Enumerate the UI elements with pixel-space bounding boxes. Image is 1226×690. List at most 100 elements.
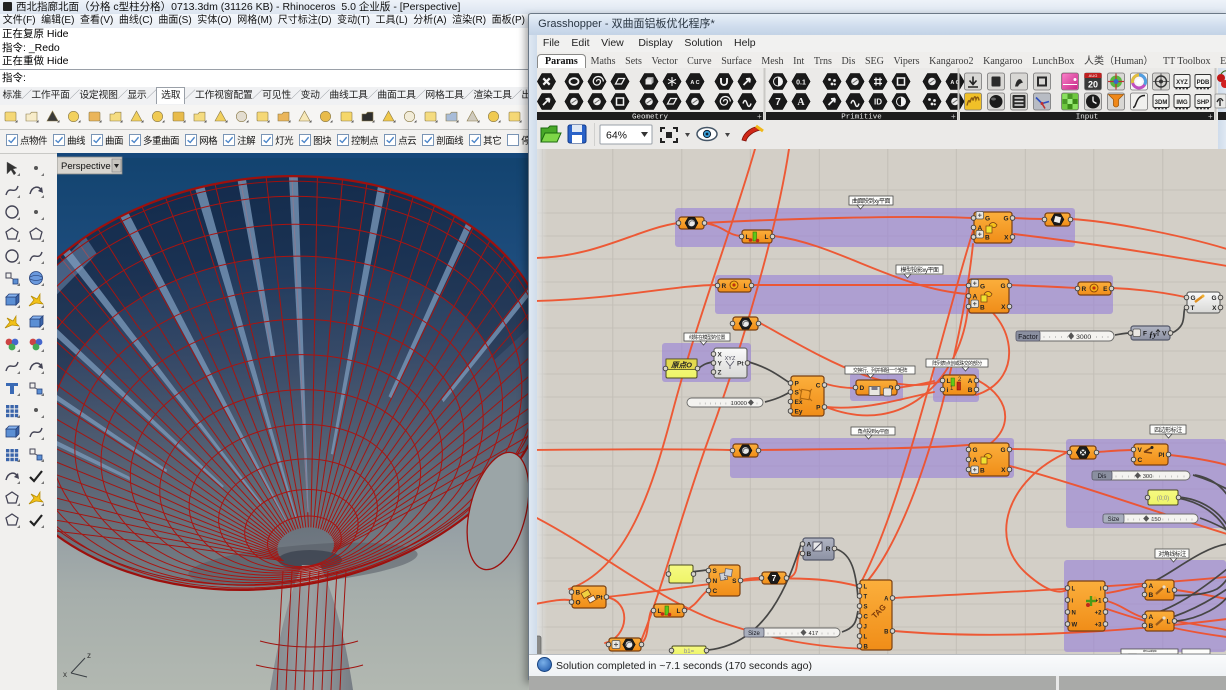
svg-text:+2: +2 (1095, 610, 1103, 616)
svg-text:C: C (816, 382, 821, 389)
svg-text:A: A (1149, 583, 1154, 590)
svg-text:L: L (744, 283, 748, 290)
svg-text:IMG: IMG (1176, 100, 1188, 106)
svg-text:L: L (1167, 587, 1171, 594)
svg-text:B: B (864, 644, 869, 650)
svg-text:Pt: Pt (596, 594, 603, 601)
svg-text:i: i (947, 387, 949, 394)
svg-text:J: J (864, 624, 867, 630)
svg-text:7: 7 (772, 573, 777, 583)
svg-text:b1=: b1= (684, 649, 695, 654)
svg-text:Pt: Pt (737, 360, 744, 367)
svg-text:X: X (1212, 305, 1217, 312)
svg-text:Ex: Ex (795, 399, 803, 406)
svg-text:T: T (864, 594, 868, 600)
svg-text:G: G (1000, 283, 1005, 290)
svg-text:L: L (947, 378, 951, 385)
svg-text:Factor: Factor (1018, 334, 1039, 341)
svg-text:S: S (864, 604, 868, 610)
svg-text:B: B (1149, 592, 1154, 599)
svg-text:+: + (951, 112, 956, 120)
svg-text:对角线标注: 对角线标注 (1158, 550, 1186, 558)
svg-text:N: N (1072, 610, 1076, 616)
svg-text:曲面映到xy平面: 曲面映到xy平面 (852, 197, 891, 205)
svg-text:原点O: 原点O (670, 361, 692, 370)
svg-text:Size: Size (748, 631, 760, 637)
svg-text:3DM: 3DM (1155, 100, 1168, 106)
svg-text:A: A (968, 378, 973, 385)
svg-text:AUG: AUG (1089, 73, 1098, 78)
svg-text:Size: Size (1108, 517, 1120, 523)
svg-text:0.1: 0.1 (796, 79, 806, 86)
svg-text:Ey: Ey (795, 408, 803, 415)
svg-text:A: A (884, 596, 889, 602)
svg-text:四边形标注: 四边形标注 (1154, 426, 1182, 434)
svg-text:ID: ID (874, 98, 882, 107)
svg-text:O: O (576, 599, 581, 606)
svg-text:B: B (980, 304, 985, 311)
svg-text:模型投影xy平面: 模型投影xy平面 (900, 266, 939, 274)
svg-text:R: R (722, 283, 727, 290)
svg-text:V: V (1162, 330, 1167, 337)
svg-text:Dis: Dis (1098, 474, 1107, 480)
svg-text:(0;0): (0;0) (1157, 496, 1169, 502)
svg-text:PDB: PDB (1197, 80, 1210, 86)
svg-text:Y: Y (718, 360, 723, 367)
svg-text:A C: A C (690, 80, 699, 86)
svg-text:Z: Z (718, 369, 722, 376)
svg-text:A: A (807, 541, 812, 548)
svg-text:A: A (973, 293, 978, 300)
svg-text:X: X (718, 351, 723, 358)
svg-text:F: F (1143, 331, 1147, 338)
svg-text:B: B (1149, 623, 1154, 630)
svg-text:XYZ: XYZ (1176, 80, 1188, 86)
svg-text:SHP: SHP (1197, 100, 1209, 106)
svg-text:B: B (968, 387, 973, 394)
svg-text:P: P (816, 404, 821, 411)
svg-text:V: V (1138, 447, 1143, 454)
svg-text:S: S (795, 389, 800, 396)
svg-text:X: X (1001, 304, 1006, 311)
svg-text:S: S (732, 578, 737, 585)
svg-text:417: 417 (809, 631, 819, 637)
svg-text:R: R (826, 546, 831, 553)
svg-text:B: B (884, 629, 889, 635)
svg-text:B: B (980, 467, 985, 474)
svg-text:C: C (1138, 457, 1143, 464)
svg-text:+: + (1208, 112, 1213, 120)
svg-text:10000: 10000 (731, 401, 747, 407)
svg-text:G: G (1003, 215, 1008, 222)
svg-text:线陈在模型的位置: 线陈在模型的位置 (689, 334, 726, 341)
svg-text:W: W (1072, 622, 1078, 628)
svg-text:交换行、列并相阻一个矩阵: 交换行、列并相阻一个矩阵 (853, 367, 908, 374)
svg-text:X: X (1001, 467, 1006, 474)
svg-text:G: G (973, 447, 978, 454)
svg-text:角点投到xy平面: 角点投到xy平面 (857, 428, 889, 435)
svg-text:64%: 64% (606, 130, 627, 142)
svg-text:E: E (1103, 286, 1108, 293)
svg-text:+3: +3 (1095, 622, 1103, 628)
svg-text:D: D (860, 385, 865, 392)
svg-text:A: A (1149, 614, 1154, 621)
svg-text:G: G (985, 215, 990, 222)
svg-text:G: G (980, 283, 985, 290)
svg-text:A: A (973, 457, 978, 464)
svg-text:R: R (1082, 286, 1087, 293)
svg-text:B: B (807, 551, 812, 558)
svg-text:ƒy: ƒy (1149, 330, 1157, 339)
svg-text:Perspective: Perspective (61, 161, 111, 172)
svg-text:z: z (87, 651, 91, 660)
svg-text:阵列表点创或珠交的部分: 阵列表点创或珠交的部分 (932, 360, 982, 367)
svg-text:X: X (1004, 234, 1009, 241)
svg-text:Pl: Pl (1158, 452, 1164, 459)
svg-text:150: 150 (1151, 517, 1161, 523)
svg-text:L: L (864, 634, 868, 640)
svg-text:L: L (864, 584, 868, 590)
svg-text:L: L (1167, 618, 1171, 625)
svg-text:B: B (985, 234, 990, 241)
svg-text:N: N (713, 578, 718, 585)
svg-text:L: L (677, 608, 681, 615)
svg-text:G: G (1211, 295, 1216, 302)
svg-text:T: T (1191, 305, 1195, 312)
svg-text:20: 20 (1088, 80, 1098, 90)
